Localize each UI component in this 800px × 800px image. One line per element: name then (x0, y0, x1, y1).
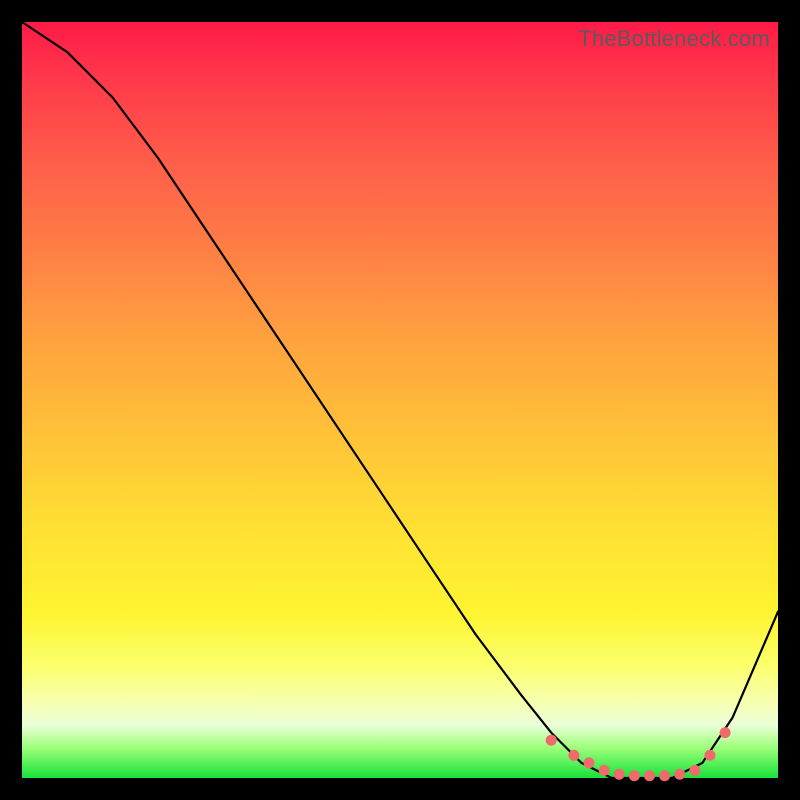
chart-stage: TheBottleneck.com (0, 0, 800, 800)
marker-dot (568, 750, 579, 761)
marker-dot (546, 735, 557, 746)
marker-dot (584, 757, 595, 768)
marker-dot (644, 770, 655, 781)
marker-dot (599, 765, 610, 776)
marker-dot (629, 770, 640, 781)
chart-plot-area: TheBottleneck.com (22, 22, 778, 778)
chart-svg (22, 22, 778, 778)
marker-dot (614, 769, 625, 780)
bottleneck-curve (22, 22, 778, 778)
marker-dot (674, 769, 685, 780)
marker-dot (659, 770, 670, 781)
marker-dot (720, 727, 731, 738)
optimal-range-dots (546, 727, 731, 781)
marker-dot (705, 750, 716, 761)
marker-dot (689, 765, 700, 776)
